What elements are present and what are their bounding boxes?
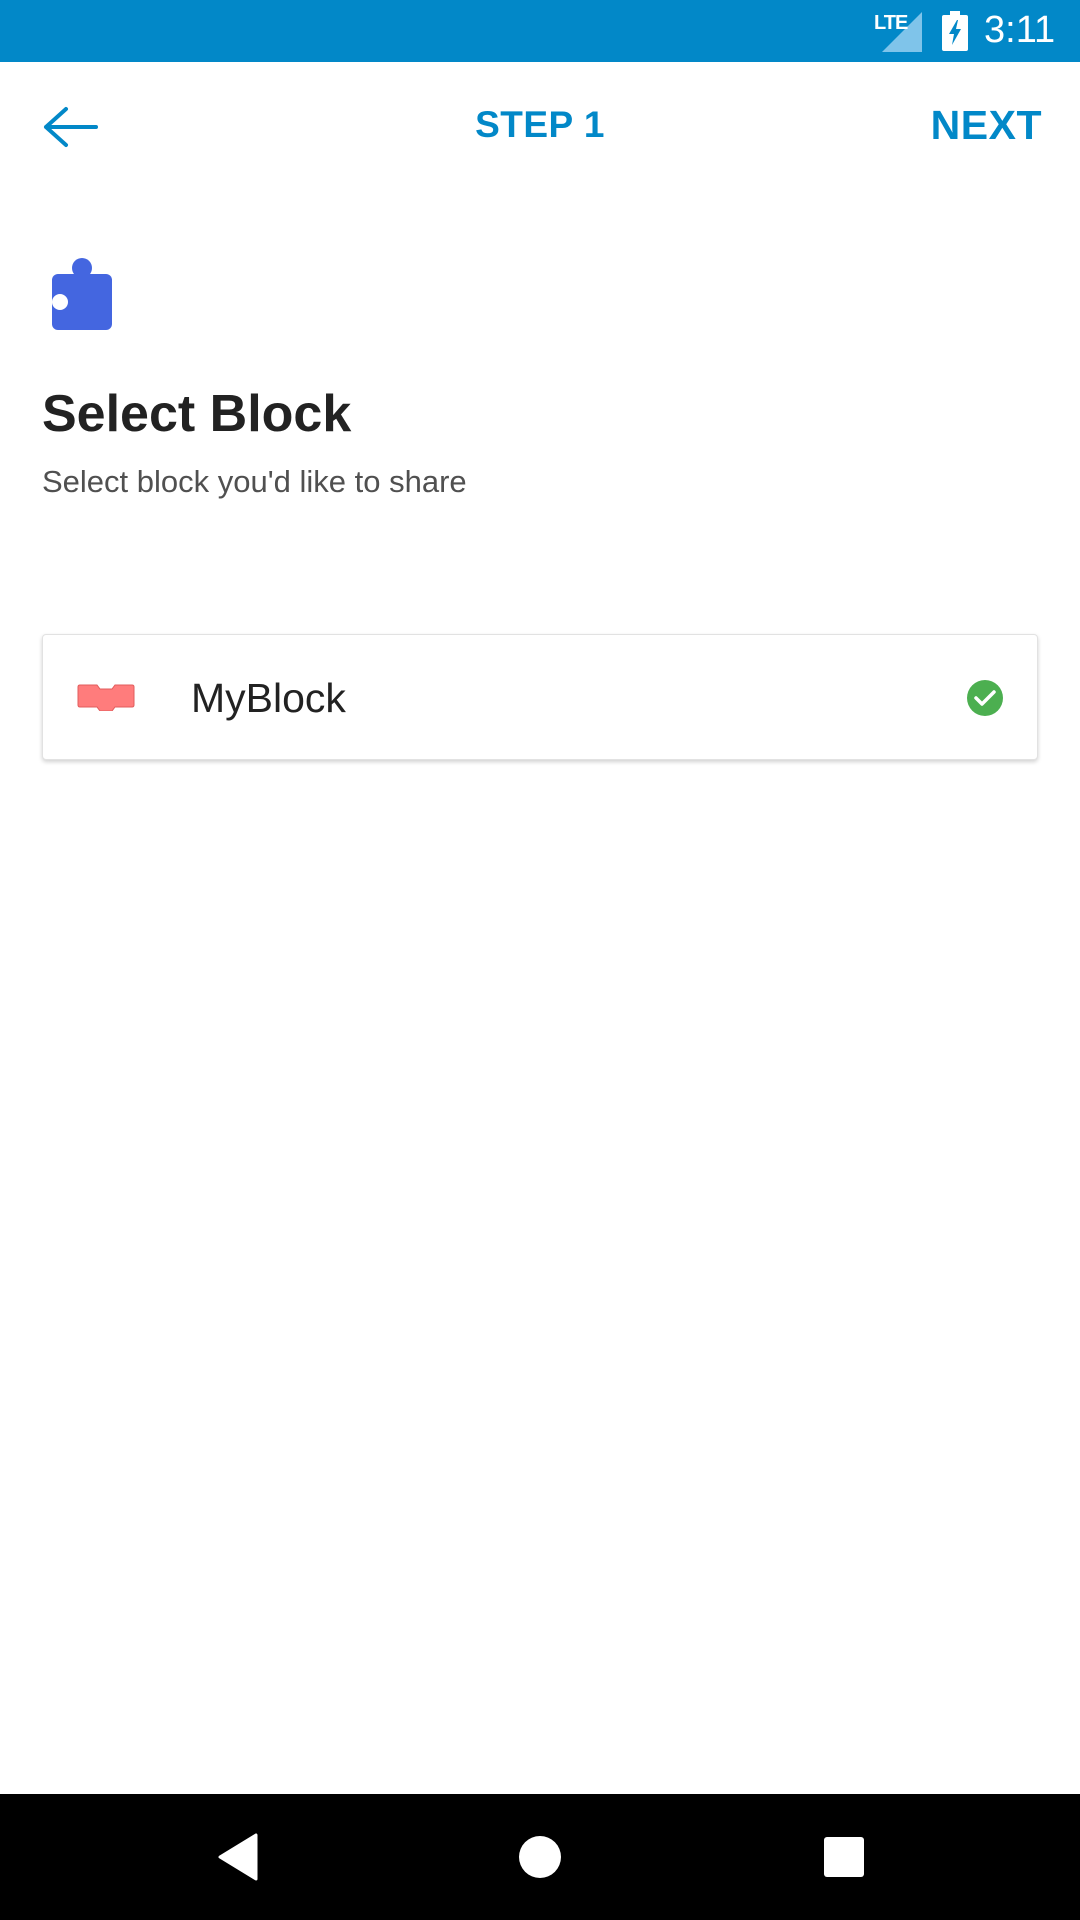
puzzle-piece-icon [52,258,112,330]
block-list-item[interactable]: MyBlock [42,634,1038,760]
clock: 3:11 [984,9,1056,51]
status-bar: LTE 3:11 [0,0,1080,62]
screen: LTE 3:11 STEP 1 NEXT Select Block Select… [0,0,1080,1920]
check-circle-icon [967,680,1003,716]
nav-back-icon [218,1833,258,1881]
next-button[interactable]: NEXT [931,102,1042,149]
nav-home-button[interactable] [510,1827,570,1887]
navigation-bar [0,1794,1080,1920]
page-subtitle: Select block you'd like to share [42,464,467,499]
block-name: MyBlock [191,675,346,721]
page-title: Select Block [42,385,352,443]
app-bar: STEP 1 NEXT [0,62,1080,192]
nav-recents-icon [824,1837,864,1877]
nav-home-icon [519,1836,561,1878]
block-shape-icon [77,684,135,711]
nav-back-button[interactable] [208,1827,268,1887]
step-title: STEP 1 [475,104,605,145]
battery-charging-icon [942,11,968,51]
network-type-label: LTE [874,12,908,34]
nav-recents-button[interactable] [814,1827,874,1887]
